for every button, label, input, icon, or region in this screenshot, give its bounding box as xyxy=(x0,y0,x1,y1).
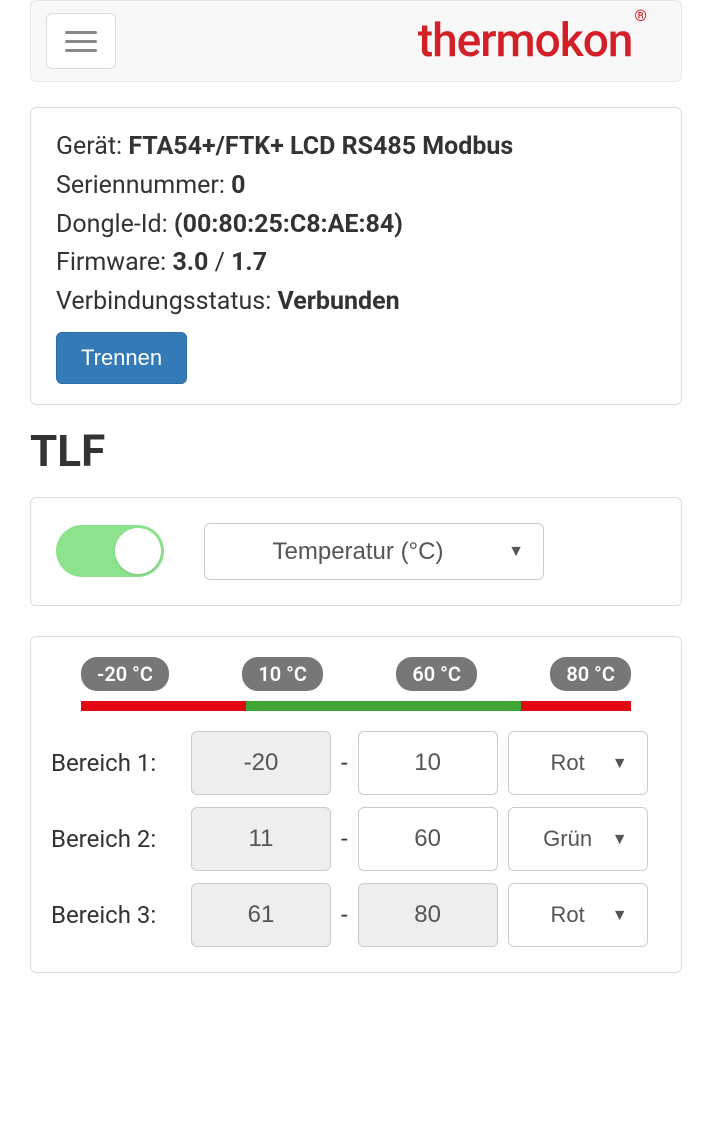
range-3-label: Bereich 3: xyxy=(51,901,181,929)
firmware-primary: 3.0 xyxy=(172,248,208,277)
disconnect-button[interactable]: Trennen xyxy=(56,332,187,384)
range-2-color[interactable]: Grün xyxy=(508,807,648,871)
badge-0: -20 °C xyxy=(81,657,169,691)
range-2-label: Bereich 2: xyxy=(51,825,181,853)
range-3-color[interactable]: Rot xyxy=(508,883,648,947)
connection-status: Verbunden xyxy=(277,287,399,316)
badge-2: 60 °C xyxy=(396,657,477,691)
firmware-line: Firmware: 3.0 / 1.7 xyxy=(56,244,656,283)
section-title: TLF xyxy=(30,425,682,477)
measurement-select-wrap: Temperatur (°C) ▼ xyxy=(204,523,544,580)
device-line: Gerät: FTA54+/FTK+ LCD RS485 Modbus xyxy=(56,128,656,167)
serial-line: Seriennummer: 0 xyxy=(56,167,656,206)
navbar: thermokon® xyxy=(30,0,682,82)
tlf-control-panel: Temperatur (°C) ▼ xyxy=(30,497,682,606)
dongle-id: (00:80:25:C8:AE:84) xyxy=(174,210,403,239)
range-row-1: Bereich 1: - Rot ▼ xyxy=(51,731,661,795)
range-1-min xyxy=(191,731,331,795)
range-1-color[interactable]: Rot xyxy=(508,731,648,795)
range-2-max[interactable] xyxy=(358,807,498,871)
range-1-max[interactable] xyxy=(358,731,498,795)
device-info-panel: Gerät: FTA54+/FTK+ LCD RS485 Modbus Seri… xyxy=(30,107,682,405)
connection-line: Verbindungsstatus: Verbunden xyxy=(56,283,656,322)
range-3-max xyxy=(358,883,498,947)
range-row-3: Bereich 3: - Rot ▼ xyxy=(51,883,661,947)
tlf-range-panel: -20 °C 10 °C 60 °C 80 °C Bereich 1: - Ro… xyxy=(30,636,682,973)
menu-toggle[interactable] xyxy=(46,13,116,69)
registered-icon: ® xyxy=(634,8,646,24)
threshold-badges: -20 °C 10 °C 60 °C 80 °C xyxy=(81,657,631,691)
range-color-bar xyxy=(81,701,631,711)
range-2-min xyxy=(191,807,331,871)
serial-number: 0 xyxy=(231,171,245,200)
logo-text: thermokon xyxy=(418,18,633,64)
hamburger-icon xyxy=(65,31,97,34)
toggle-knob-icon xyxy=(115,528,161,574)
color-segment-2 xyxy=(246,701,521,711)
range-1-label: Bereich 1: xyxy=(51,749,181,777)
badge-3: 80 °C xyxy=(550,657,631,691)
tlf-toggle[interactable] xyxy=(56,525,164,577)
device-name: FTA54+/FTK+ LCD RS485 Modbus xyxy=(128,132,513,161)
dongle-line: Dongle-Id: (00:80:25:C8:AE:84) xyxy=(56,206,656,245)
brand-logo: thermokon® xyxy=(418,18,666,64)
badge-1: 10 °C xyxy=(242,657,323,691)
measurement-select[interactable]: Temperatur (°C) xyxy=(204,523,544,580)
color-segment-1 xyxy=(81,701,246,711)
firmware-secondary: 1.7 xyxy=(231,248,267,277)
color-segment-3 xyxy=(521,701,631,711)
range-row-2: Bereich 2: - Grün ▼ xyxy=(51,807,661,871)
range-3-min xyxy=(191,883,331,947)
